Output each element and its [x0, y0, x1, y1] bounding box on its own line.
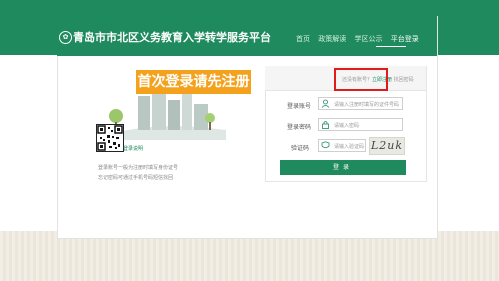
- captcha-label: 验证码: [291, 145, 310, 152]
- nav-login[interactable]: 平台登录: [391, 35, 419, 43]
- captcha-placeholder: 请输入验证码: [334, 144, 365, 150]
- qr-code: [96, 124, 124, 152]
- nav-policy[interactable]: 政策解读: [318, 35, 346, 43]
- password-label: 登录密码: [287, 124, 312, 131]
- account-placeholder: 请输入注册时填写的证件号码: [334, 102, 400, 108]
- nav-district[interactable]: 学区公示: [354, 35, 382, 43]
- logo-icon: ✿: [59, 31, 72, 44]
- password-hint: 忘记密码可通过手机号码短信找回: [98, 175, 174, 181]
- register-first-banner: 首次登录请先注册: [136, 70, 251, 94]
- site-title: 青岛市市北区义务教育入学转学服务平台: [73, 31, 271, 44]
- user-icon: [321, 99, 330, 108]
- account-hint: 登录账号一般为注册时填写身份证号: [98, 165, 179, 171]
- forgot-password-link[interactable]: 找回密码: [394, 77, 414, 83]
- password-input[interactable]: 请输入密码: [318, 118, 403, 131]
- nav-home[interactable]: 首页: [296, 35, 310, 43]
- login-button[interactable]: 登录: [280, 160, 406, 175]
- password-placeholder: 请输入密码: [334, 123, 360, 129]
- main-nav: 首页 政策解读 学区公示 平台登录: [296, 34, 425, 44]
- active-nav-underline: [376, 46, 406, 47]
- lock-icon: [322, 121, 329, 129]
- captcha-input[interactable]: 请输入验证码: [318, 139, 366, 152]
- account-label: 登录账号: [287, 103, 312, 110]
- register-highlight-box: [334, 68, 388, 91]
- login-guide-link[interactable]: 登录说明: [123, 145, 143, 152]
- account-input[interactable]: 请输入注册时填写的证件号码: [318, 97, 403, 110]
- shield-icon: [321, 141, 330, 149]
- captcha-image[interactable]: L2uk: [369, 137, 405, 155]
